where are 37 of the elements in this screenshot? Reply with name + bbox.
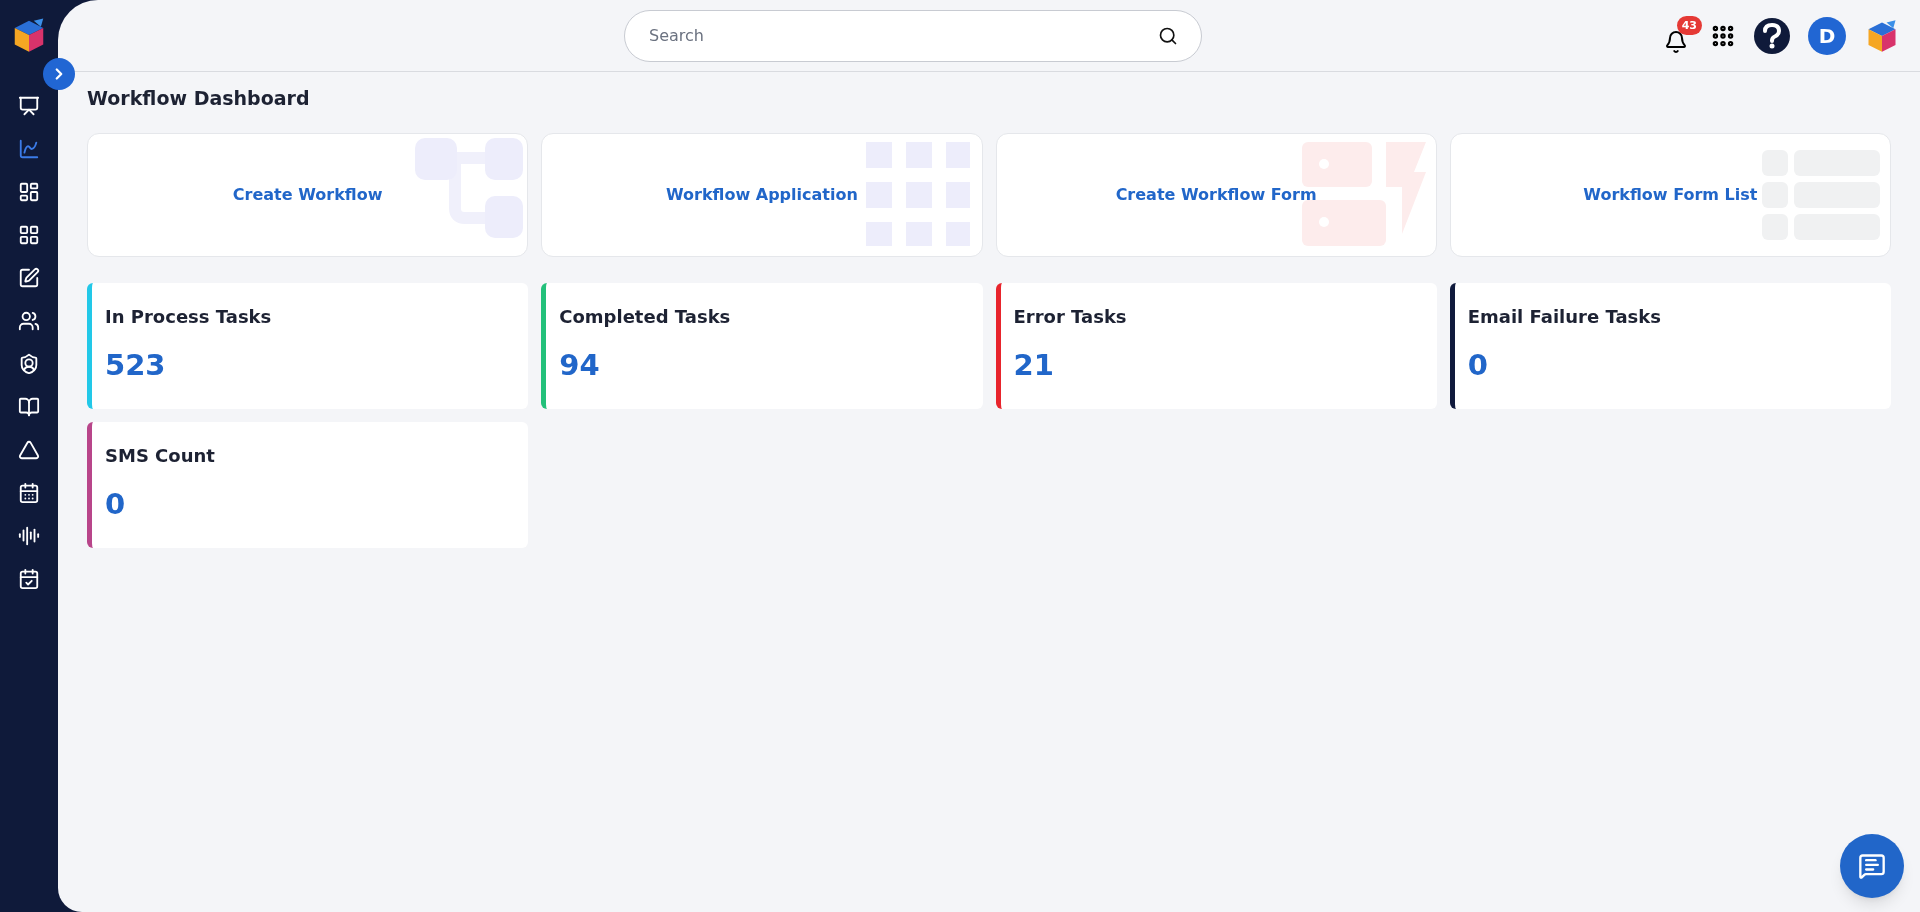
grid-icon (18, 224, 40, 246)
search-icon (1158, 25, 1178, 46)
stat-value: 21 (1013, 346, 1055, 384)
action-card[interactable]: Create Workflow Form (995, 132, 1437, 257)
action-card[interactable]: Workflow Form List (1449, 132, 1891, 257)
shield-icon (18, 353, 40, 375)
action-card[interactable]: Create Workflow (87, 132, 529, 257)
action-card[interactable]: Workflow Application (541, 132, 983, 257)
calendar-check-icon (18, 568, 40, 590)
stat-title: Error Tasks (1013, 304, 1128, 329)
notifications-button[interactable]: 43 (1664, 15, 1702, 56)
stat-title: Completed Tasks (559, 304, 732, 329)
dashboard-icon (18, 181, 40, 203)
chat-icon (1858, 852, 1886, 880)
expand-sidebar-button[interactable] (43, 58, 75, 90)
audio-wave-icon (18, 525, 40, 547)
stat-value: 523 (105, 346, 167, 384)
user-avatar[interactable]: D (1808, 16, 1846, 55)
help-icon (1761, 22, 1783, 49)
stat-title: In Process Tasks (105, 304, 273, 329)
chart-icon (18, 138, 40, 160)
stat-value: 94 (559, 346, 601, 384)
stat-value: 0 (105, 485, 127, 523)
stat-title: SMS Count (105, 443, 216, 468)
chat-button[interactable] (1840, 834, 1904, 898)
page-title: Workflow Dashboard (87, 86, 311, 111)
calendar-icon (18, 482, 40, 504)
triangle-icon (18, 439, 40, 461)
book-icon (18, 396, 40, 418)
bell-icon (1664, 29, 1688, 54)
help-button[interactable] (1754, 17, 1790, 54)
search-field[interactable]: Search (624, 9, 1202, 62)
presentation-icon (18, 95, 40, 117)
users-icon (18, 310, 40, 332)
edit-icon (18, 267, 40, 289)
stat-value: 0 (1467, 346, 1489, 384)
stat-title: Email Failure Tasks (1467, 304, 1662, 329)
